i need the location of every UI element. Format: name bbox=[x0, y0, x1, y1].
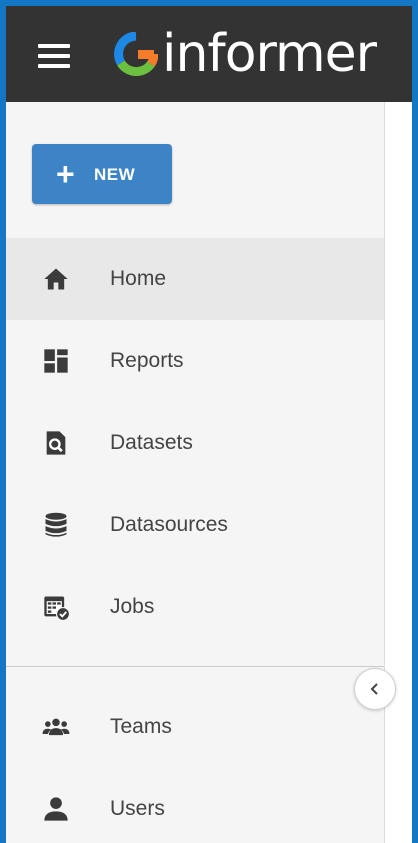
sidebar-item-jobs[interactable]: Jobs bbox=[6, 566, 384, 648]
sidebar-item-label: Jobs bbox=[110, 595, 155, 618]
sidebar-item-reports[interactable]: Reports bbox=[6, 320, 384, 402]
sidebar-item-label: Home bbox=[110, 267, 167, 290]
chevron-left-icon bbox=[370, 683, 378, 695]
jobs-icon bbox=[44, 596, 70, 621]
sidebar-item-datasources[interactable]: Datasources bbox=[6, 484, 384, 566]
datasets-icon bbox=[46, 431, 66, 455]
new-button-label: NEW bbox=[94, 165, 136, 184]
sidebar-item-label: Datasets bbox=[110, 431, 193, 454]
sidebar: + NEW Home Reports Datasets Datasources … bbox=[6, 102, 385, 843]
sidebar-item-users[interactable]: Users bbox=[6, 768, 384, 843]
home-icon bbox=[44, 268, 68, 290]
app-window: informer + NEW Home Reports Datasets Dat… bbox=[6, 6, 412, 843]
sidebar-item-label: Users bbox=[110, 797, 165, 820]
collapse-sidebar-button[interactable] bbox=[354, 668, 396, 710]
hamburger-menu-icon[interactable] bbox=[38, 42, 74, 70]
logo-mark-icon bbox=[114, 32, 158, 76]
nav-divider bbox=[6, 666, 384, 667]
sidebar-item-datasets[interactable]: Datasets bbox=[6, 402, 384, 484]
app-name: informer bbox=[162, 24, 377, 84]
teams-icon bbox=[42, 718, 70, 736]
new-button[interactable]: + NEW bbox=[32, 144, 172, 204]
reports-icon bbox=[44, 349, 68, 373]
sidebar-item-label: Teams bbox=[110, 715, 172, 738]
plus-icon: + bbox=[56, 156, 75, 192]
user-icon bbox=[44, 797, 68, 821]
database-icon bbox=[45, 512, 67, 537]
top-bar: informer bbox=[6, 6, 412, 102]
sidebar-item-teams[interactable]: Teams bbox=[6, 686, 384, 768]
sidebar-item-home[interactable]: Home bbox=[6, 238, 384, 320]
sidebar-item-label: Datasources bbox=[110, 513, 228, 536]
sidebar-item-label: Reports bbox=[110, 349, 184, 372]
